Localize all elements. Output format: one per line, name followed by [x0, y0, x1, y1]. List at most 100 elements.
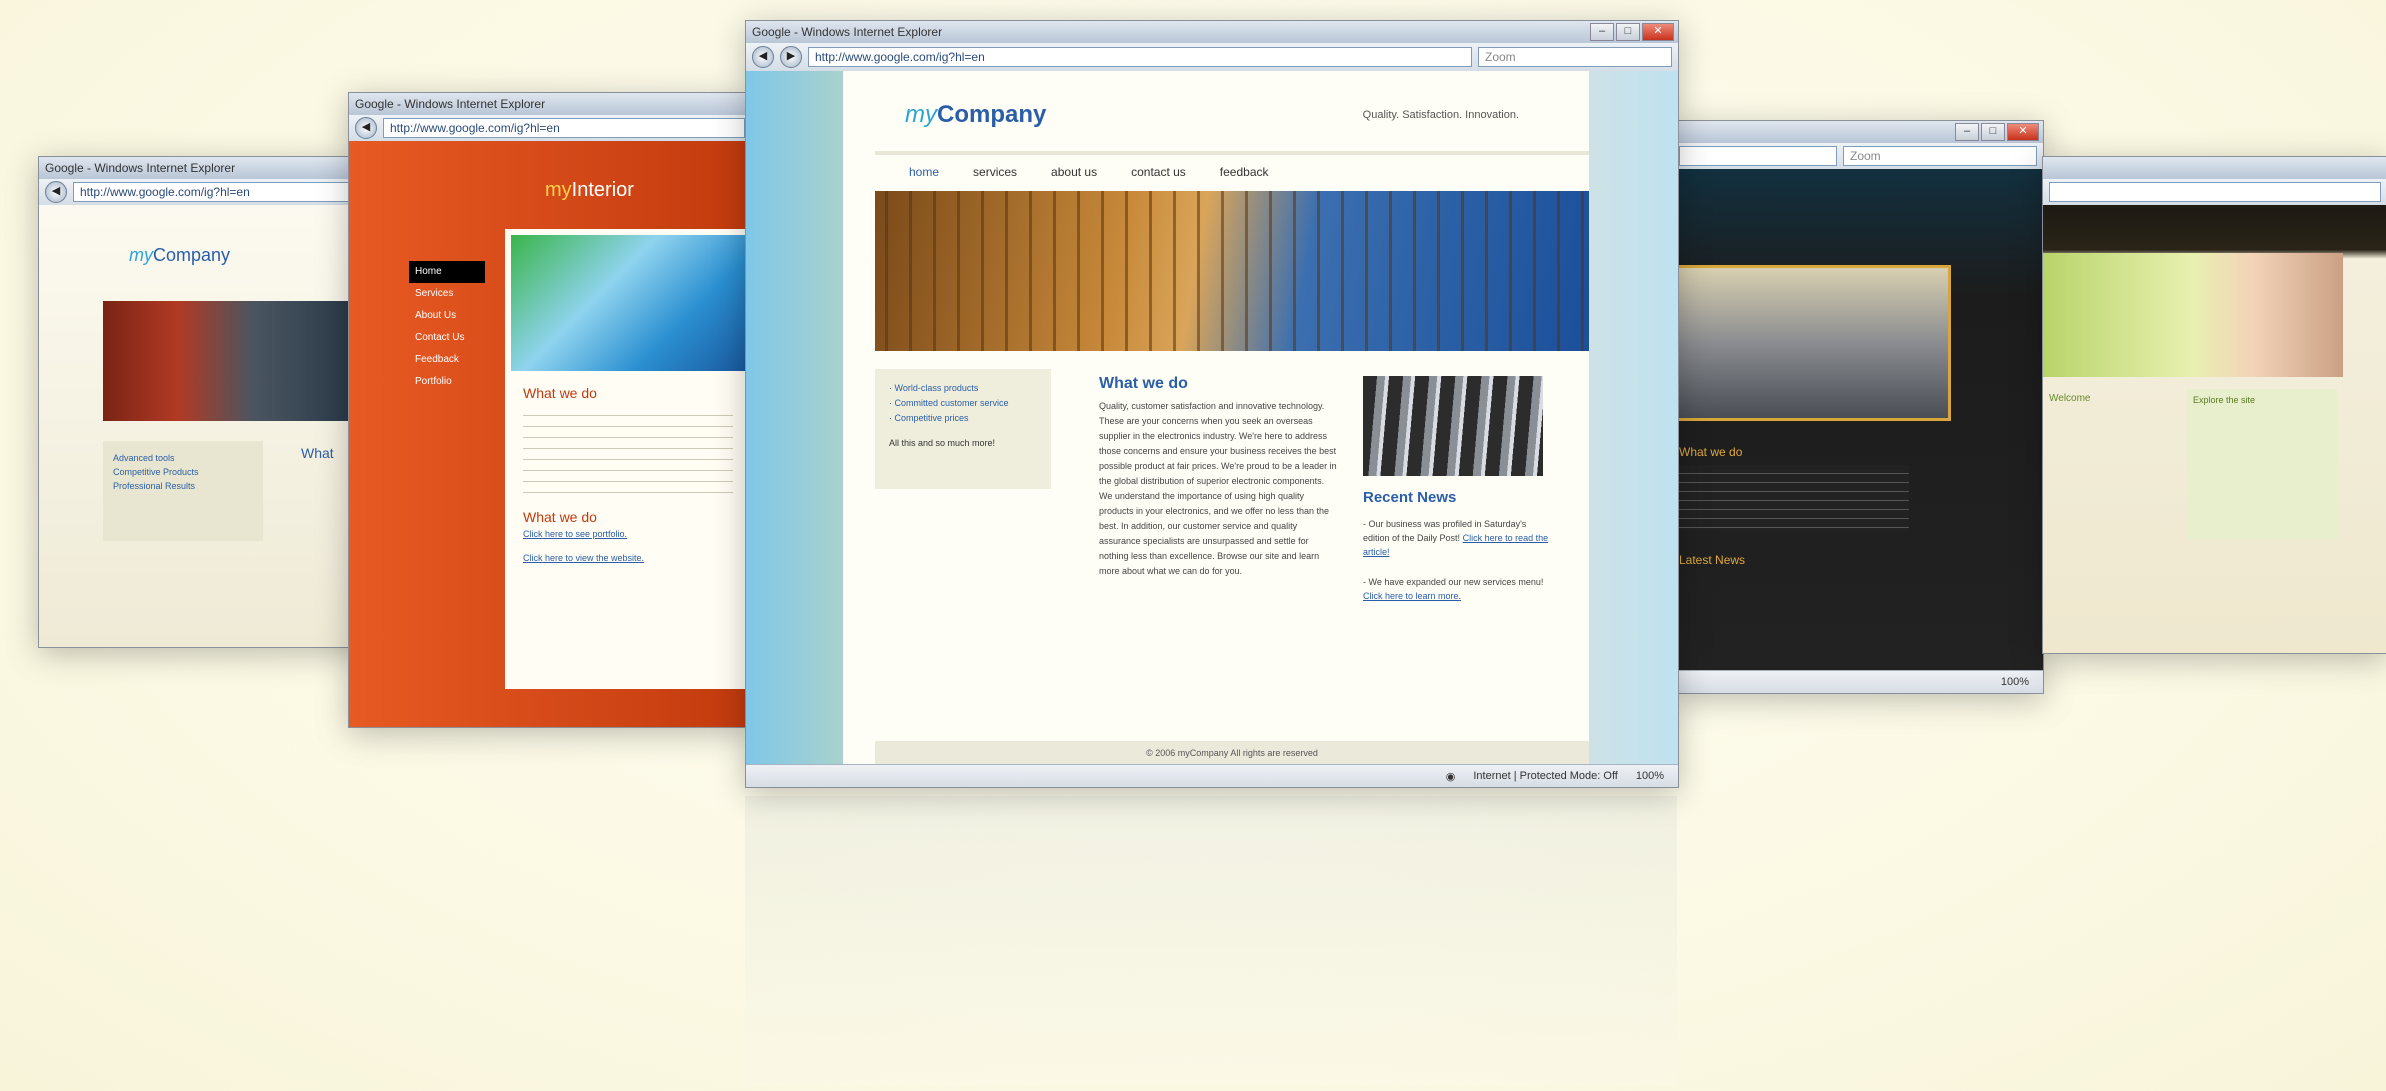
tagline: Quality. Satisfaction. Innovation. — [1362, 109, 1519, 121]
search-input[interactable]: Zoom — [1478, 47, 1672, 67]
list-item: · World-class products — [889, 383, 979, 393]
window-title: Google - Windows Internet Explorer — [45, 161, 236, 175]
room-image — [511, 235, 745, 371]
body-text — [523, 405, 733, 495]
nav-contact[interactable]: contact us — [1131, 165, 1186, 179]
body-text — [1679, 465, 1909, 531]
url-field[interactable]: http://www.google.com/ig?hl=en — [73, 182, 363, 202]
globe-icon: ◉ — [1445, 770, 1456, 783]
title-bar: Google - Windows Internet Explorer — [349, 93, 751, 115]
list-item: · Competitive prices — [889, 413, 969, 423]
menu-item[interactable]: Feedback — [409, 349, 485, 371]
nav-feedback[interactable]: feedback — [1220, 165, 1269, 179]
forward-icon[interactable]: ▶ — [780, 46, 802, 68]
back-icon[interactable]: ◀ — [45, 181, 67, 203]
content-panel: What we do What we do Click here to see … — [505, 229, 751, 689]
hero-image — [1673, 265, 1951, 421]
title-bar: Google - Windows Internet Explorer — [39, 157, 369, 179]
browser-window-main: Google - Windows Internet Explorer – □ ✕ ◀… — [745, 20, 1679, 788]
title-bar: Google - Windows Internet Explorer – □ ✕ — [746, 21, 1678, 43]
news-item: - We have expanded our new services menu… — [1363, 577, 1544, 601]
feature-list: · World-class products · Committed custo… — [875, 369, 1051, 489]
site-logo: myInterior — [545, 179, 634, 201]
close-icon[interactable]: ✕ — [2007, 123, 2039, 141]
menu-item[interactable]: About Us — [409, 305, 485, 327]
title-bar — [2043, 157, 2386, 179]
zoom-level[interactable]: 100% — [1636, 770, 1664, 782]
news-item: - Our business was profiled in Saturday'… — [1363, 519, 1549, 557]
address-bar: Zoom — [1673, 143, 2043, 169]
list-item: Competitive Products — [113, 467, 199, 477]
page-viewport: Welcome Explore the site — [2043, 205, 2386, 653]
minimize-icon[interactable]: – — [1590, 23, 1614, 41]
hero-image — [875, 191, 1589, 351]
status-bar: ◉ Internet | Protected Mode: Off 100% — [746, 764, 1678, 787]
hero-image — [2043, 253, 2343, 377]
recent-news-section: Recent News - Our business was profiled … — [1363, 489, 1553, 603]
page-viewport: What we do Latest News — [1673, 169, 2043, 671]
what-we-do-section: What we do Quality, customer satisfactio… — [1099, 376, 1339, 579]
url-field[interactable] — [1679, 146, 1837, 166]
menu-item[interactable]: Contact Us — [409, 327, 485, 349]
security-zone[interactable]: Internet | Protected Mode: Off — [1473, 770, 1618, 782]
minimize-icon[interactable]: – — [1955, 123, 1979, 141]
list-item: · Committed customer service — [889, 398, 1009, 408]
address-bar — [2043, 179, 2386, 205]
page-viewport: myCompany Quality. Satisfaction. Innovat… — [746, 71, 1678, 765]
section-heading: What — [301, 445, 334, 461]
body-text: Quality, customer satisfaction and innov… — [1099, 401, 1337, 576]
address-bar: ◀ ▶ http://www.google.com/ig?hl=en Zoom — [746, 43, 1678, 71]
window-title: Google - Windows Internet Explorer — [355, 97, 546, 111]
hero-image — [103, 301, 353, 421]
browser-window-right: Welcome Explore the site — [2042, 156, 2386, 654]
section-heading: Recent News — [1363, 489, 1457, 506]
section-heading: Latest News — [1679, 553, 1746, 567]
back-icon[interactable]: ◀ — [355, 117, 377, 139]
address-bar: ◀ http://www.google.com/ig?hl=en — [349, 115, 751, 141]
browser-window-dark: – □ ✕ Zoom What we do Latest News 100% — [1672, 120, 2044, 694]
maximize-icon[interactable]: □ — [1616, 23, 1640, 41]
site-logo: myCompany — [905, 101, 1047, 128]
status-bar: 100% — [1673, 670, 2043, 693]
window-reflection — [745, 796, 1677, 1086]
zoom-level[interactable]: 100% — [2001, 676, 2029, 688]
news-image — [1363, 376, 1543, 476]
nav-divider — [875, 151, 1589, 155]
feature-list: Advanced tools Competitive Products Prof… — [103, 441, 263, 541]
site-logo: myCompany — [129, 245, 231, 265]
browser-window-left: Google - Windows Internet Explorer ◀ htt… — [38, 156, 370, 648]
feature-summary: All this and so much more! — [889, 438, 996, 448]
side-menu: Home Services About Us Contact Us Feedba… — [409, 261, 485, 393]
site-nav: home services about us contact us feedba… — [909, 165, 1269, 179]
address-bar: ◀ http://www.google.com/ig?hl=en — [39, 179, 369, 205]
back-icon[interactable]: ◀ — [752, 46, 774, 68]
search-input[interactable]: Zoom — [1843, 146, 2037, 166]
section-heading: What we do — [523, 509, 597, 525]
url-field[interactable] — [2049, 182, 2381, 202]
section-heading: What we do — [1679, 445, 1743, 459]
side-box: Explore the site — [2187, 389, 2337, 539]
section-heading: What we do — [1099, 375, 1188, 392]
section-heading: What we do — [523, 385, 597, 401]
browser-window-interior: Google - Windows Internet Explorer ◀ htt… — [348, 92, 752, 728]
website-link[interactable]: Click here to view the website. — [523, 553, 733, 563]
page-footer: © 2006 myCompany All rights are reserved — [875, 741, 1589, 765]
maximize-icon[interactable]: □ — [1981, 123, 2005, 141]
menu-item[interactable]: Services — [409, 283, 485, 305]
window-title: Google - Windows Internet Explorer — [752, 25, 943, 39]
portfolio-link[interactable]: Click here to see portfolio. — [523, 529, 733, 539]
url-field[interactable]: http://www.google.com/ig?hl=en — [383, 118, 745, 138]
news-link[interactable]: Click here to learn more. — [1363, 591, 1461, 601]
title-bar: – □ ✕ — [1673, 121, 2043, 143]
list-item: Advanced tools — [113, 453, 175, 463]
close-icon[interactable]: ✕ — [1642, 23, 1674, 41]
url-field[interactable]: http://www.google.com/ig?hl=en — [808, 47, 1472, 67]
menu-item[interactable]: Portfolio — [409, 371, 485, 393]
list-item: Professional Results — [113, 481, 196, 491]
nav-services[interactable]: services — [973, 165, 1017, 179]
nav-home[interactable]: home — [909, 165, 939, 179]
menu-item[interactable]: Home — [409, 261, 485, 283]
page-viewport: myInterior Home Services About Us Contac… — [349, 141, 751, 727]
nav-about[interactable]: about us — [1051, 165, 1097, 179]
section-heading: Welcome — [2049, 393, 2091, 404]
